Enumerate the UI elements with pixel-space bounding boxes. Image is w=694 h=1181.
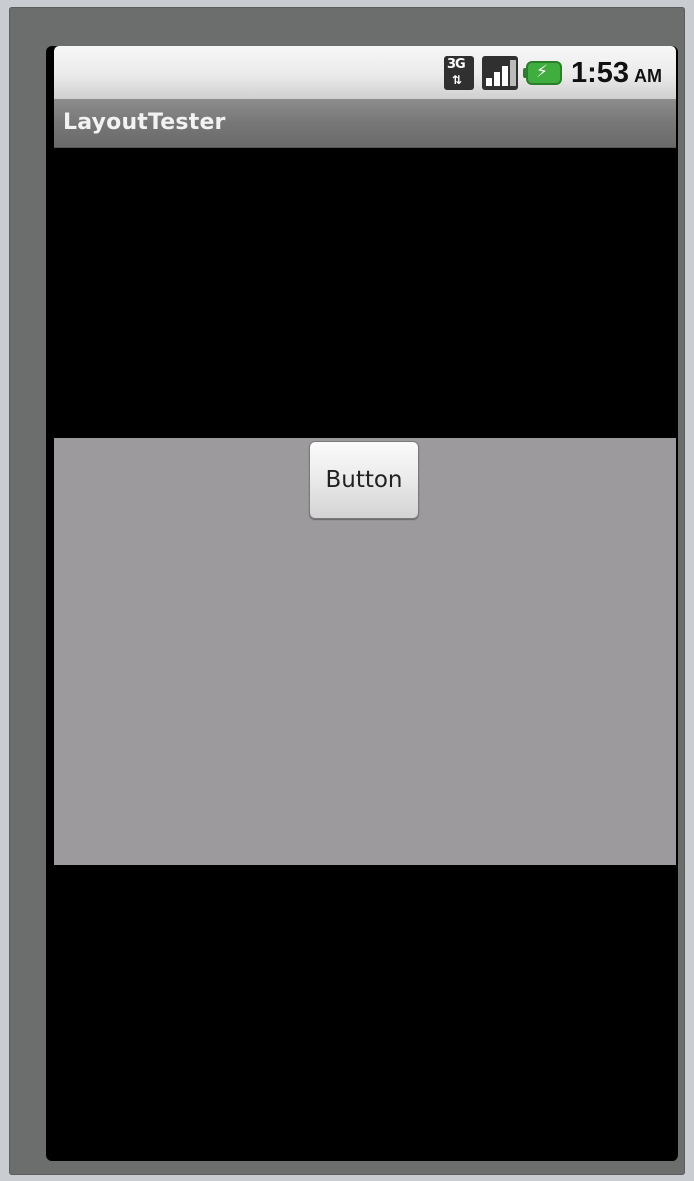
network-3g-icon: 3G ⇅ — [443, 56, 474, 90]
status-clock: 1:53 AM — [571, 57, 662, 90]
main-button[interactable]: Button — [309, 441, 419, 519]
network-type-label: 3G — [446, 57, 466, 72]
app-title: LayoutTester — [63, 110, 226, 135]
clock-ampm: AM — [634, 65, 662, 86]
device-screen: 3G ⇅ ⚡ 1:53 AM LayoutTester Button — [46, 46, 678, 1161]
signal-strength-icon — [481, 56, 518, 90]
status-icons: 3G ⇅ ⚡ 1:53 AM — [443, 55, 662, 91]
app-title-bar: LayoutTester — [54, 99, 676, 148]
gray-layout-panel: Button — [54, 438, 676, 865]
device-frame: 3G ⇅ ⚡ 1:53 AM LayoutTester Button — [9, 7, 685, 1175]
status-bar: 3G ⇅ ⚡ 1:53 AM — [54, 46, 676, 99]
battery-charging-icon: ⚡ — [522, 56, 562, 90]
clock-time: 1:53 — [570, 56, 629, 89]
network-arrows: ⇅ — [451, 73, 463, 87]
